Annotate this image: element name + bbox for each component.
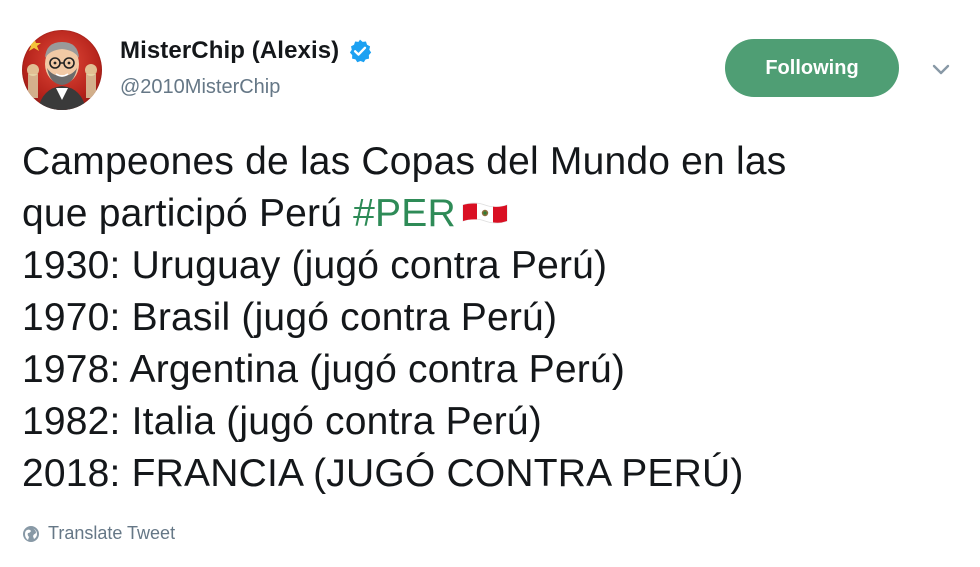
tweet-line: que participó Perú #PER [22, 188, 942, 240]
tweet-line-prefix: que participó Perú [22, 192, 354, 235]
verified-badge-icon [350, 39, 372, 63]
peru-flag-icon [462, 202, 508, 224]
handle[interactable]: @2010MisterChip [120, 76, 373, 99]
tweet-line: 2018: FRANCIA (JUGÓ CONTRA PERÚ) [22, 452, 744, 495]
tweet-card: MisterChip (Alexis) @2010MisterChip Foll… [0, 0, 980, 567]
tweet-line: 1978: Argentina (jugó contra Perú) [22, 348, 626, 391]
avatar-caricature-icon [27, 38, 97, 110]
tweet-line: 1930: Uruguay (jugó contra Perú) [22, 244, 608, 287]
translate-tweet-link[interactable]: Translate Tweet [22, 523, 175, 544]
tweet-line: 1970: Brasil (jugó contra Perú) [22, 296, 558, 339]
tweet-text: Campeones de las Copas del Mundo en las … [22, 136, 942, 500]
hashtag-link[interactable]: #PER [353, 192, 456, 235]
author-info: MisterChip (Alexis) @2010MisterChip [120, 34, 373, 99]
following-button[interactable]: Following [725, 39, 899, 97]
display-name[interactable]: MisterChip (Alexis) [120, 37, 339, 65]
tweet-line: 1982: Italia (jugó contra Perú) [22, 400, 542, 443]
chevron-down-icon[interactable] [928, 58, 954, 80]
avatar[interactable] [22, 30, 102, 110]
translate-label: Translate Tweet [48, 523, 176, 543]
globe-icon [23, 525, 39, 542]
tweet-line: Campeones de las Copas del Mundo en las [22, 140, 787, 183]
display-name-row: MisterChip (Alexis) [120, 34, 373, 68]
